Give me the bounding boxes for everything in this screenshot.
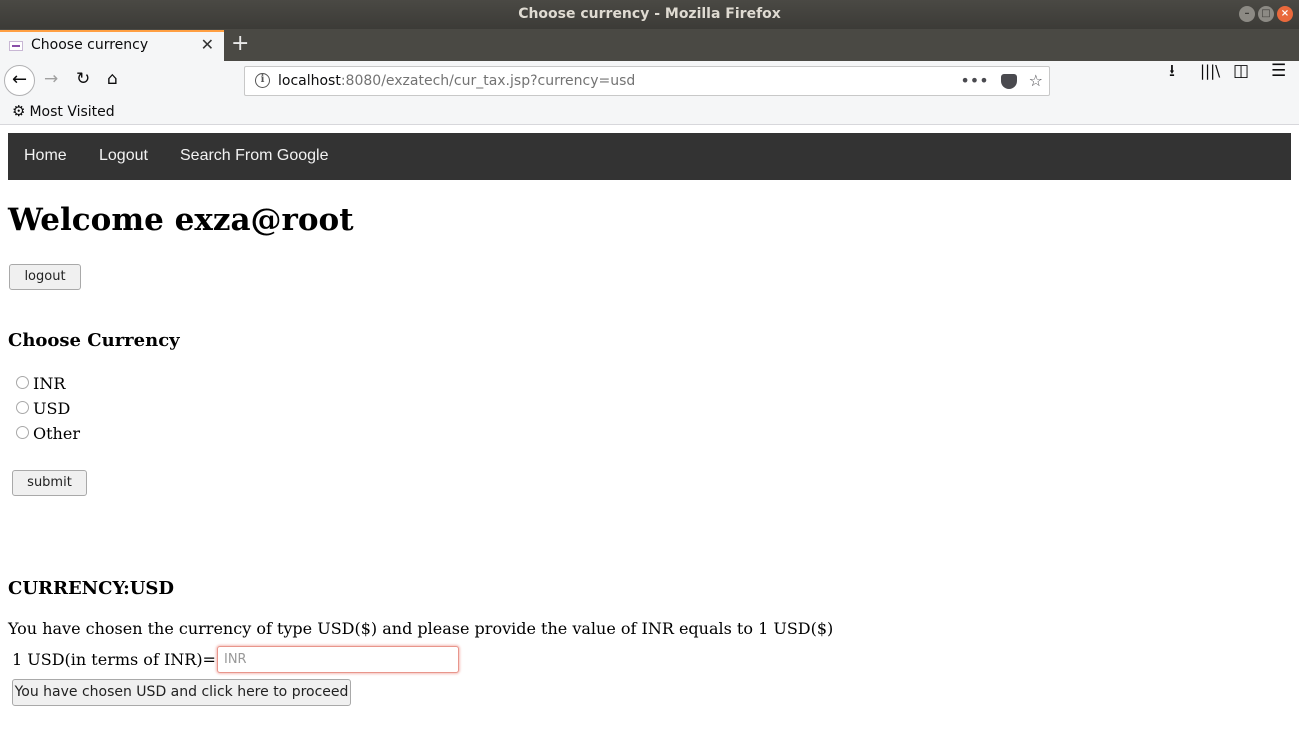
nav-toolbar: ← → ↻ ⌂ i localhost:8080/exzatech/cur_ta… <box>0 61 1299 99</box>
gear-icon: ⚙ <box>12 102 26 120</box>
currency-heading: CURRENCY:USD <box>8 578 175 599</box>
radio-label-usd: USD <box>33 399 71 418</box>
new-tab-icon[interactable]: + <box>231 30 249 58</box>
page-content: Home Logout Search From Google Welcome e… <box>0 126 1299 741</box>
downloads-icon[interactable]: ⭳ <box>1169 61 1175 81</box>
logout-button[interactable]: logout <box>9 264 81 290</box>
close-window-icon[interactable]: × <box>1277 6 1293 22</box>
favicon-icon <box>9 41 23 51</box>
url-bar[interactable]: i localhost:8080/exzatech/cur_tax.jsp?cu… <box>244 66 1050 96</box>
nav-home-link[interactable]: Home <box>24 147 67 165</box>
radio-usd[interactable] <box>16 401 29 414</box>
home-icon[interactable]: ⌂ <box>107 69 118 89</box>
radio-label-inr: INR <box>33 374 66 393</box>
radio-other[interactable] <box>16 426 29 439</box>
proceed-button[interactable]: You have chosen USD and click here to pr… <box>12 679 351 706</box>
tab-close-icon[interactable]: ✕ <box>201 35 214 54</box>
back-icon[interactable]: ← <box>4 65 35 96</box>
library-icon[interactable]: |||\ <box>1200 61 1220 81</box>
radio-label-other: Other <box>33 424 80 443</box>
top-navigation: Home Logout Search From Google <box>8 133 1291 180</box>
sidebar-icon[interactable]: ◫ <box>1233 61 1249 81</box>
submit-button[interactable]: submit <box>12 470 87 496</box>
currency-option-usd[interactable]: USD <box>16 399 70 418</box>
bookmark-most-visited[interactable]: ⚙ Most Visited <box>12 102 115 120</box>
currency-option-inr[interactable]: INR <box>16 374 65 393</box>
nav-search-google-link[interactable]: Search From Google <box>180 147 329 165</box>
pocket-icon[interactable] <box>1000 74 1017 89</box>
tab-strip: Choose currency ✕ + <box>0 29 1299 61</box>
currency-option-other[interactable]: Other <box>16 424 80 443</box>
minimize-icon[interactable]: – <box>1239 6 1255 22</box>
window-titlebar: Choose currency - Mozilla Firefox – □ × <box>0 0 1299 29</box>
maximize-icon[interactable]: □ <box>1258 6 1274 22</box>
currency-info-text: You have chosen the currency of type USD… <box>8 619 834 638</box>
radio-inr[interactable] <box>16 376 29 389</box>
url-text[interactable]: localhost:8080/exzatech/cur_tax.jsp?curr… <box>278 73 635 89</box>
inr-value-input[interactable] <box>217 646 459 673</box>
site-info-icon[interactable]: i <box>255 73 270 88</box>
choose-currency-heading: Choose Currency <box>8 330 180 351</box>
reload-icon[interactable]: ↻ <box>76 69 90 89</box>
tab-title: Choose currency <box>31 37 149 53</box>
window-title: Choose currency - Mozilla Firefox <box>518 6 781 22</box>
nav-logout-link[interactable]: Logout <box>99 147 148 165</box>
page-actions-icon[interactable]: ••• <box>960 71 988 90</box>
bookmarks-toolbar: ⚙ Most Visited <box>0 99 1299 125</box>
inr-input-label: 1 USD(in terms of INR)= <box>12 650 216 669</box>
forward-icon[interactable]: → <box>44 69 58 89</box>
menu-icon[interactable]: ☰ <box>1271 61 1286 81</box>
bookmark-star-icon[interactable]: ☆ <box>1029 71 1043 90</box>
welcome-heading: Welcome exza@root <box>8 202 354 238</box>
browser-tab[interactable]: Choose currency ✕ <box>0 30 224 61</box>
